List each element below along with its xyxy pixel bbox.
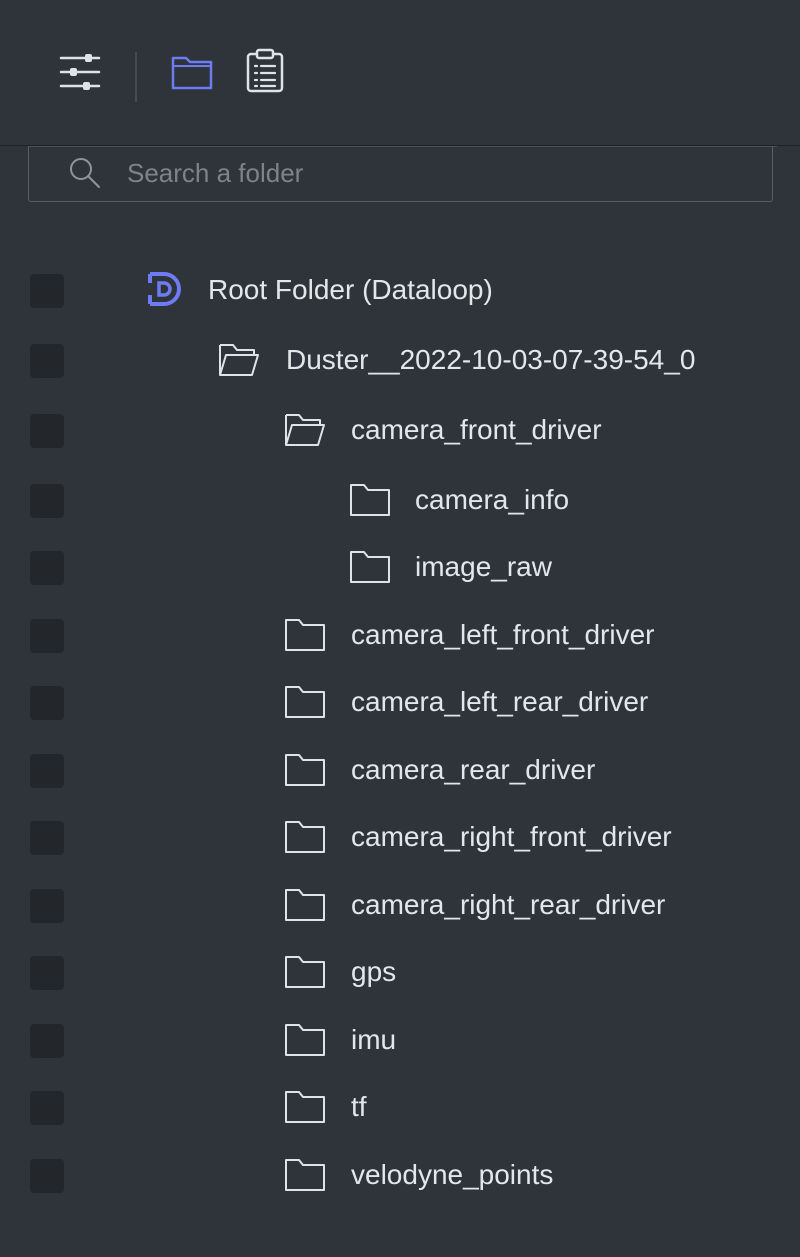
tree-item-label: imu xyxy=(351,1024,397,1055)
tree-item-label: camera_info xyxy=(415,484,570,515)
tree-item-label: camera_rear_driver xyxy=(351,754,596,785)
row-checkbox[interactable] xyxy=(30,1091,64,1125)
row-checkbox[interactable] xyxy=(30,414,64,448)
dataloop-logo-icon xyxy=(146,271,188,307)
folder-open-icon xyxy=(284,411,326,447)
search-box xyxy=(28,146,773,202)
row-checkbox[interactable] xyxy=(30,619,64,653)
row-checkbox[interactable] xyxy=(30,551,64,585)
row-checkbox[interactable] xyxy=(30,1024,64,1058)
folder-icon xyxy=(349,548,391,584)
tree-item-label: camera_left_rear_driver xyxy=(351,686,649,717)
tree-row[interactable]: imu xyxy=(0,1011,800,1071)
row-checkbox[interactable] xyxy=(30,821,64,855)
folder-icon xyxy=(349,481,391,517)
folder-icon xyxy=(284,1021,326,1057)
folder-icon xyxy=(284,683,326,719)
row-checkbox[interactable] xyxy=(30,754,64,788)
tree-row[interactable]: Root Folder (Dataloop) xyxy=(0,261,800,321)
folder-icon xyxy=(284,818,326,854)
folder-icon xyxy=(284,616,326,652)
tree-item-label: image_raw xyxy=(415,551,552,582)
tree-row[interactable]: Duster__2022-10-03-07-39-54_0 xyxy=(0,331,800,391)
folder-tree-panel: Root Folder (Dataloop) Duster__2022-10-03… xyxy=(0,146,800,1257)
tree-row[interactable]: tf xyxy=(0,1078,800,1138)
tree-row[interactable]: camera_left_rear_driver xyxy=(0,673,800,733)
tree-row[interactable]: image_raw xyxy=(0,538,800,598)
tree-row[interactable]: velodyne_points xyxy=(0,1146,800,1206)
folder-icon xyxy=(284,886,326,922)
row-checkbox[interactable] xyxy=(30,344,64,378)
tree-item-label: Root Folder (Dataloop) xyxy=(208,274,493,305)
folder-icon[interactable] xyxy=(170,52,214,97)
tree-item-label: tf xyxy=(351,1091,367,1122)
tree-item-label: camera_right_front_driver xyxy=(351,821,672,852)
row-checkbox[interactable] xyxy=(30,889,64,923)
row-checkbox[interactable] xyxy=(30,686,64,720)
tree-row[interactable]: camera_rear_driver xyxy=(0,741,800,801)
tree-item-label: camera_left_front_driver xyxy=(351,619,655,650)
folder-icon xyxy=(284,953,326,989)
tree-item-label: camera_right_rear_driver xyxy=(351,889,666,920)
tree-row[interactable]: gps xyxy=(0,943,800,1003)
tree-item-label: velodyne_points xyxy=(351,1159,554,1190)
folder-icon xyxy=(284,1088,326,1124)
folder-icon xyxy=(284,1156,326,1192)
tree-row[interactable]: camera_info xyxy=(0,471,800,531)
row-checkbox[interactable] xyxy=(30,1159,64,1193)
tree-item-label: camera_front_driver xyxy=(351,414,602,445)
tree-item-label: Duster__2022-10-03-07-39-54_0 xyxy=(286,344,696,375)
sliders-icon[interactable] xyxy=(58,50,102,99)
tree-row[interactable]: camera_front_driver xyxy=(0,401,800,461)
folder-open-icon xyxy=(218,341,260,377)
search-icon xyxy=(67,155,103,196)
clipboard-list-icon[interactable] xyxy=(244,48,286,99)
toolbar xyxy=(0,0,800,146)
tree-row[interactable]: camera_right_rear_driver xyxy=(0,876,800,936)
folder-icon xyxy=(284,751,326,787)
row-checkbox[interactable] xyxy=(30,956,64,990)
search-input[interactable] xyxy=(127,149,727,197)
row-checkbox[interactable] xyxy=(30,484,64,518)
row-checkbox[interactable] xyxy=(30,274,64,308)
tree-item-label: gps xyxy=(351,956,397,987)
tree-row[interactable]: camera_right_front_driver xyxy=(0,808,800,868)
tree-row[interactable]: camera_left_front_driver xyxy=(0,606,800,666)
toolbar-divider xyxy=(135,52,137,102)
